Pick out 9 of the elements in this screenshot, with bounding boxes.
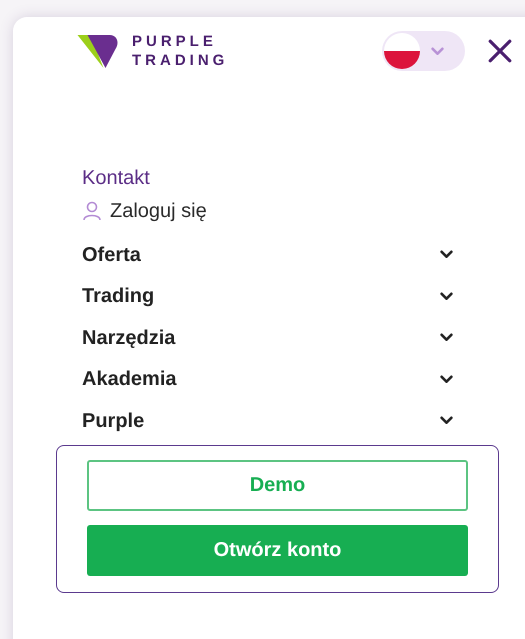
menu-item[interactable]: Narzędzia — [82, 317, 465, 358]
logo-text: TRADING — [132, 51, 228, 70]
contact-link[interactable]: Kontakt — [82, 161, 525, 194]
menu-item[interactable]: Akademia — [82, 358, 465, 400]
login-link[interactable]: Zaloguj się — [82, 194, 525, 227]
menu-item[interactable]: Oferta — [82, 234, 465, 276]
logo-text: PURPLE — [132, 32, 218, 51]
menu-item[interactable]: Trading — [82, 276, 465, 317]
menu-item[interactable]: Purple — [82, 400, 465, 442]
